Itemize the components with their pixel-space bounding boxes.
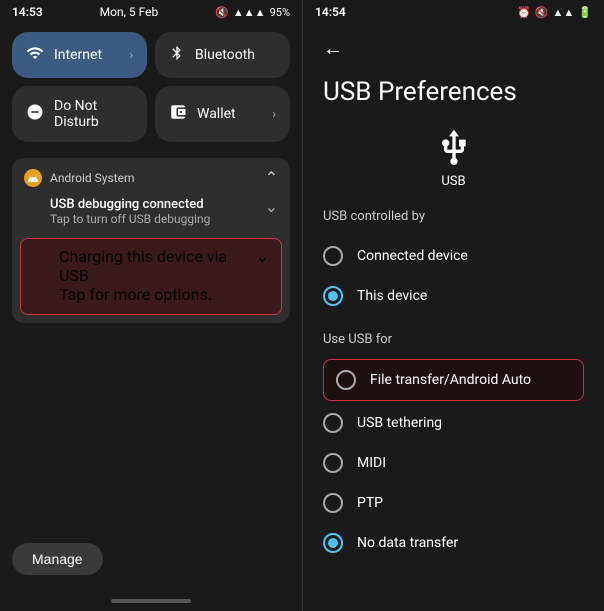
battery-right: 🔋 xyxy=(578,6,592,19)
internet-tile[interactable]: Internet › xyxy=(12,32,147,78)
bluetooth-label: Bluetooth xyxy=(195,47,255,63)
file-transfer-radio[interactable] xyxy=(336,370,356,390)
wallet-tile[interactable]: Wallet › xyxy=(155,86,290,142)
dnd-icon xyxy=(26,103,44,125)
date-left: Mon, 5 Feb xyxy=(100,5,159,19)
internet-arrow: › xyxy=(129,48,133,62)
usb-icon-area: USB xyxy=(323,128,584,189)
right-content: ← USB Preferences USB USB controlled by … xyxy=(303,24,604,611)
charging-title: Charging this device via USB xyxy=(59,247,256,285)
dnd-tile[interactable]: Do Not Disturb xyxy=(12,86,147,142)
wallet-icon xyxy=(169,103,187,125)
ptp-radio[interactable] xyxy=(323,493,343,513)
manage-btn-area: Manage xyxy=(0,535,302,591)
connected-device-radio[interactable] xyxy=(323,246,343,266)
no-data-transfer-label: No data transfer xyxy=(357,535,458,551)
file-transfer-option[interactable]: File transfer/Android Auto xyxy=(323,359,584,401)
wallet-label: Wallet xyxy=(197,106,236,122)
battery-left: 95% xyxy=(270,6,290,19)
usb-tethering-option[interactable]: USB tethering xyxy=(323,403,584,443)
no-data-transfer-option[interactable]: No data transfer xyxy=(323,523,584,563)
usb-icon xyxy=(434,128,474,168)
ptp-option[interactable]: PTP xyxy=(323,483,584,523)
internet-label: Internet xyxy=(54,47,102,63)
home-bar-left xyxy=(111,599,191,603)
usb-tethering-label: USB tethering xyxy=(357,415,442,431)
charging-chevron[interactable]: ⌄ xyxy=(256,247,269,266)
back-button[interactable]: ← xyxy=(323,36,343,61)
mute-icon: 🔇 xyxy=(215,6,229,19)
alarm-icon: ⏰ xyxy=(517,6,531,19)
usb-debugging-notif[interactable]: USB debugging connected Tap to turn off … xyxy=(12,193,290,234)
charging-subtitle: Tap for more options. xyxy=(59,285,256,304)
control-radio-group: Connected device This device xyxy=(323,236,584,316)
this-device-radio[interactable] xyxy=(323,286,343,306)
charging-text: Charging this device via USB Tap for mor… xyxy=(59,247,256,304)
connected-device-label: Connected device xyxy=(357,248,468,264)
wifi-icon xyxy=(26,44,44,66)
bluetooth-tile[interactable]: Bluetooth xyxy=(155,32,290,78)
usb-tethering-radio[interactable] xyxy=(323,413,343,433)
time-left: 14:53 xyxy=(12,5,43,19)
dnd-label: Do Not Disturb xyxy=(54,98,133,130)
charging-notif[interactable]: Charging this device via USB Tap for mor… xyxy=(20,238,282,315)
status-icons-left: 🔇 ▲▲▲ 95% xyxy=(215,6,290,19)
manage-button[interactable]: Manage xyxy=(12,543,103,575)
left-panel: 14:53 Mon, 5 Feb 🔇 ▲▲▲ 95% Internet › xyxy=(0,0,302,611)
file-transfer-label: File transfer/Android Auto xyxy=(370,372,531,388)
usb-debugging-chevron[interactable]: ⌄ xyxy=(265,197,278,216)
signal-icon-right: ▲▲ xyxy=(553,6,575,19)
use-usb-section: Use USB for File transfer/Android Auto U… xyxy=(323,332,584,563)
use-usb-for-label: Use USB for xyxy=(323,332,584,347)
usb-debugging-title: USB debugging connected xyxy=(50,197,265,212)
bluetooth-icon xyxy=(169,44,185,66)
android-system-icon xyxy=(24,169,42,187)
notif-expand-icon[interactable]: ⌃ xyxy=(265,168,278,187)
mute-icon-right: 🔇 xyxy=(535,6,549,19)
midi-radio[interactable] xyxy=(323,453,343,473)
this-device-label: This device xyxy=(357,288,427,304)
this-device-radio-dot xyxy=(328,291,338,301)
wallet-arrow: › xyxy=(272,107,276,121)
connected-device-option[interactable]: Connected device xyxy=(323,236,584,276)
usb-debugging-subtitle: Tap to turn off USB debugging xyxy=(50,212,265,226)
this-device-option[interactable]: This device xyxy=(323,276,584,316)
midi-label: MIDI xyxy=(357,455,386,471)
usb-controlled-by-label: USB controlled by xyxy=(323,209,584,224)
usb-debugging-text: USB debugging connected Tap to turn off … xyxy=(50,197,265,226)
status-bar-left: 14:53 Mon, 5 Feb 🔇 ▲▲▲ 95% xyxy=(0,0,302,24)
home-indicator-left xyxy=(0,591,302,611)
right-panel: 14:54 ⏰ 🔇 ▲▲ 🔋 ← USB Preferences USB USB… xyxy=(302,0,604,611)
wifi-signal-icon: ▲▲▲ xyxy=(233,6,266,19)
android-system-notification: Android System ⌃ USB debugging connected… xyxy=(12,158,290,323)
midi-option[interactable]: MIDI xyxy=(323,443,584,483)
notif-app-name: Android System xyxy=(50,171,257,185)
notification-area: Android System ⌃ USB debugging connected… xyxy=(0,150,302,535)
time-right: 14:54 xyxy=(315,5,346,19)
no-data-transfer-radio[interactable] xyxy=(323,533,343,553)
usb-label: USB xyxy=(441,174,465,189)
no-data-transfer-radio-dot xyxy=(328,538,338,548)
status-bar-right: 14:54 ⏰ 🔇 ▲▲ 🔋 xyxy=(303,0,604,24)
notif-header: Android System ⌃ xyxy=(12,158,290,193)
status-icons-right: ⏰ 🔇 ▲▲ 🔋 xyxy=(517,6,592,19)
page-title: USB Preferences xyxy=(323,77,584,108)
ptp-label: PTP xyxy=(357,495,383,511)
quick-tiles: Internet › Bluetooth Do Not Disturb xyxy=(0,24,302,150)
